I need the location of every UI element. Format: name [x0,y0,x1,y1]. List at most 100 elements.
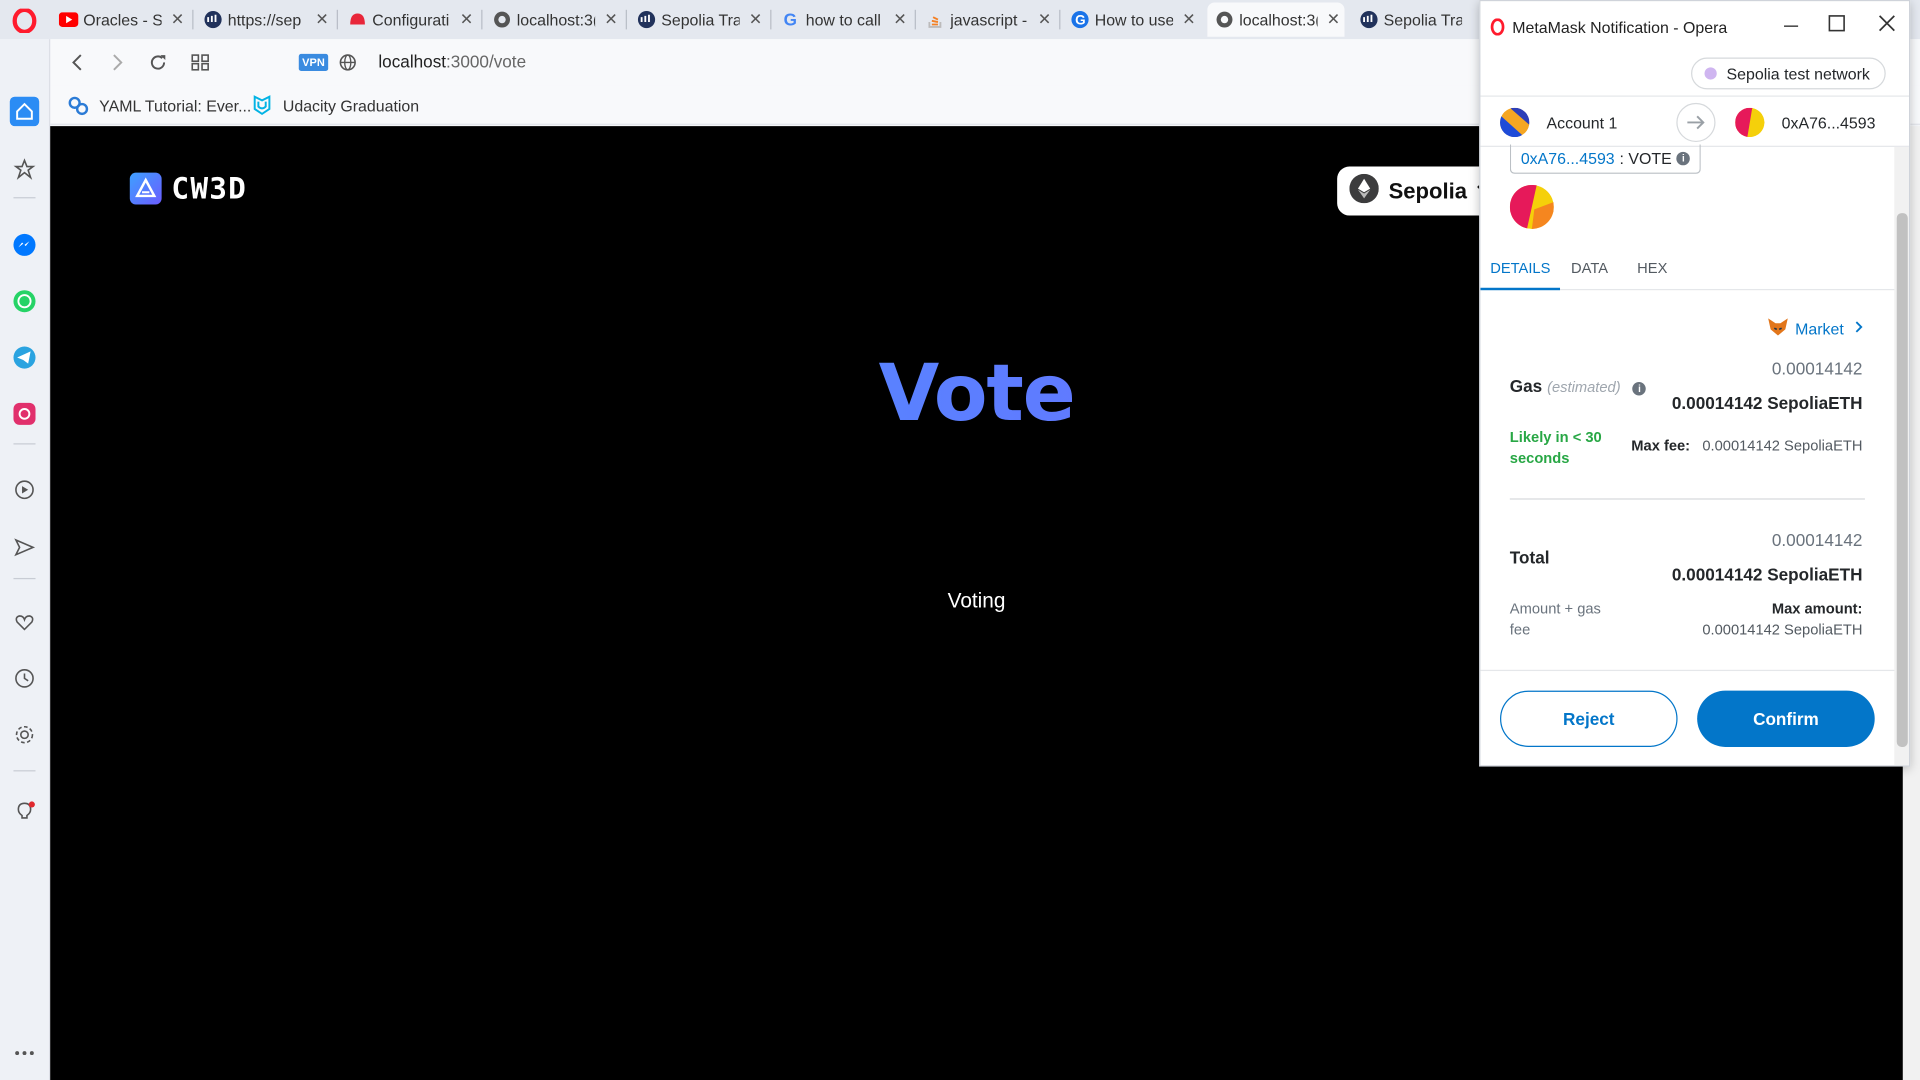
pinboard-icon[interactable] [10,154,39,183]
close-icon[interactable]: ✕ [169,10,186,28]
gas-estimated-note: (estimated) [1547,378,1621,396]
stackoverflow-icon [926,10,946,30]
from-account[interactable]: Account 1 [1500,107,1618,138]
to-account[interactable]: 0xA76...4593 [1735,107,1875,138]
info-icon[interactable]: i [1632,382,1647,396]
account-avatar [1500,107,1530,138]
tab-label: localhost:3( [1239,10,1318,29]
tab-6[interactable]: G how to call ✕ [781,2,911,36]
gas-title: Gas [1509,375,1543,396]
etherscan-icon [1359,10,1379,30]
settings-gear-icon[interactable] [10,720,39,749]
close-icon[interactable]: ✕ [1180,10,1197,28]
svg-text:G: G [1075,12,1085,27]
tab-5[interactable]: Sepolia Tra ✕ [637,2,767,36]
tab-1[interactable]: Oracles - S ✕ [58,2,189,36]
network-label: Sepolia [1388,178,1467,203]
player-icon[interactable] [10,475,39,504]
whatsapp-icon[interactable] [10,287,39,316]
contract-method: : VOTE [1619,149,1672,168]
max-amount: Max amount: 0.00014142 SepoliaETH [1702,599,1862,641]
yaml-icon [67,94,89,116]
market-gas-option[interactable]: Market [1767,317,1863,340]
scrollbar-thumb[interactable] [1896,213,1908,747]
tab-3[interactable]: Configurati ✕ [348,2,478,36]
tab-label: javascript - [950,10,1028,29]
screen: Oracles - S ✕ https://sep ✕ Configurati … [0,0,1920,1080]
close-icon[interactable]: ✕ [1325,10,1342,28]
market-label: Market [1795,319,1844,338]
tab-active[interactable]: localhost:3( ✕ [1207,2,1345,37]
reload-icon[interactable] [146,50,170,74]
tab-label: localhost:3( [516,10,596,29]
opera-logo-icon [1490,18,1505,41]
chevron-right-icon [1854,320,1864,338]
confirm-button[interactable]: Confirm [1697,690,1875,747]
close-icon[interactable]: ✕ [313,10,330,28]
tab-data[interactable]: DATA [1561,249,1618,291]
maximize-icon[interactable] [1828,15,1845,38]
heart-icon[interactable] [10,607,39,636]
tab-8[interactable]: G How to use ✕ [1070,2,1200,36]
close-icon[interactable]: ✕ [1036,10,1053,28]
youtube-icon [58,10,79,30]
footer-divider [1480,669,1897,672]
globe-icon [492,10,512,30]
close-icon[interactable]: ✕ [891,10,908,28]
close-icon[interactable]: ✕ [602,10,619,28]
tab-label: https://sep [227,10,302,29]
etherscan-icon [637,10,657,30]
tab-details[interactable]: DETAILS [1480,249,1561,291]
tab-label: Sepolia Tra [1383,10,1463,29]
bookmark-udacity[interactable]: Udacity Graduation [251,94,419,116]
reject-button[interactable]: Reject [1500,690,1678,747]
tab-10[interactable]: Sepolia Tra [1359,2,1477,36]
tab-4[interactable]: localhost:3( ✕ [492,2,622,36]
total-label: Total [1509,547,1550,567]
tab-label: Configurati [372,10,450,29]
tab-label: Oracles - S [83,10,162,29]
lightbulb-icon[interactable] [10,797,39,826]
back-icon[interactable] [65,50,89,74]
max-fee-value: 0.00014142 SepoliaETH [1702,437,1863,455]
home-icon[interactable] [9,96,40,127]
close-icon[interactable]: ✕ [458,10,475,28]
popup-titlebar: MetaMask Notification - Opera ─ [1480,1,1909,56]
sidebar [0,39,51,1080]
gas-fiat-value: 0.00014142 [1771,358,1863,379]
vpn-badge[interactable]: VPN [298,53,329,72]
tab-7[interactable]: javascript - ✕ [926,2,1056,36]
forward-icon[interactable] [105,50,129,74]
max-amount-value: 0.00014142 SepoliaETH [1702,620,1863,638]
site-logo[interactable]: CW3D [129,171,247,206]
close-icon[interactable]: ✕ [747,10,764,28]
bookmark-yaml[interactable]: YAML Tutorial: Ever... [67,94,251,116]
tab-label: how to call [805,10,881,29]
etherscan-icon [203,10,223,30]
send-icon[interactable] [10,533,39,562]
opera-logo-icon[interactable] [12,7,37,34]
contract-chip[interactable]: 0xA76...4593 : VOTE i [1509,144,1702,174]
account-avatar [1735,107,1765,138]
site-info-icon[interactable] [338,53,358,73]
url-field[interactable]: localhost:3000/vote [378,51,526,71]
google-icon: G [1070,10,1090,30]
instagram-icon[interactable] [10,399,39,428]
tab-2[interactable]: https://sep ✕ [203,2,333,36]
popup-title: MetaMask Notification - Opera [1512,18,1728,37]
telegram-icon[interactable] [10,343,39,372]
tab-hex[interactable]: HEX [1627,249,1677,291]
more-options-icon[interactable] [10,1038,39,1067]
history-icon[interactable] [10,664,39,693]
messenger-icon[interactable] [10,230,39,259]
minimize-icon[interactable]: ─ [1784,16,1798,38]
arrow-right-icon [1676,102,1716,143]
total-fiat-value: 0.00014142 [1771,530,1863,550]
from-account-name: Account 1 [1546,113,1618,132]
close-icon[interactable] [1878,15,1895,38]
network-pill[interactable]: Sepolia test network [1691,57,1886,90]
tabs-grid-icon[interactable] [189,50,213,74]
info-icon[interactable]: i [1676,151,1691,166]
popup-scrollbar[interactable] [1894,146,1909,766]
gas-eth-value: 0.00014142 SepoliaETH [1671,393,1863,413]
